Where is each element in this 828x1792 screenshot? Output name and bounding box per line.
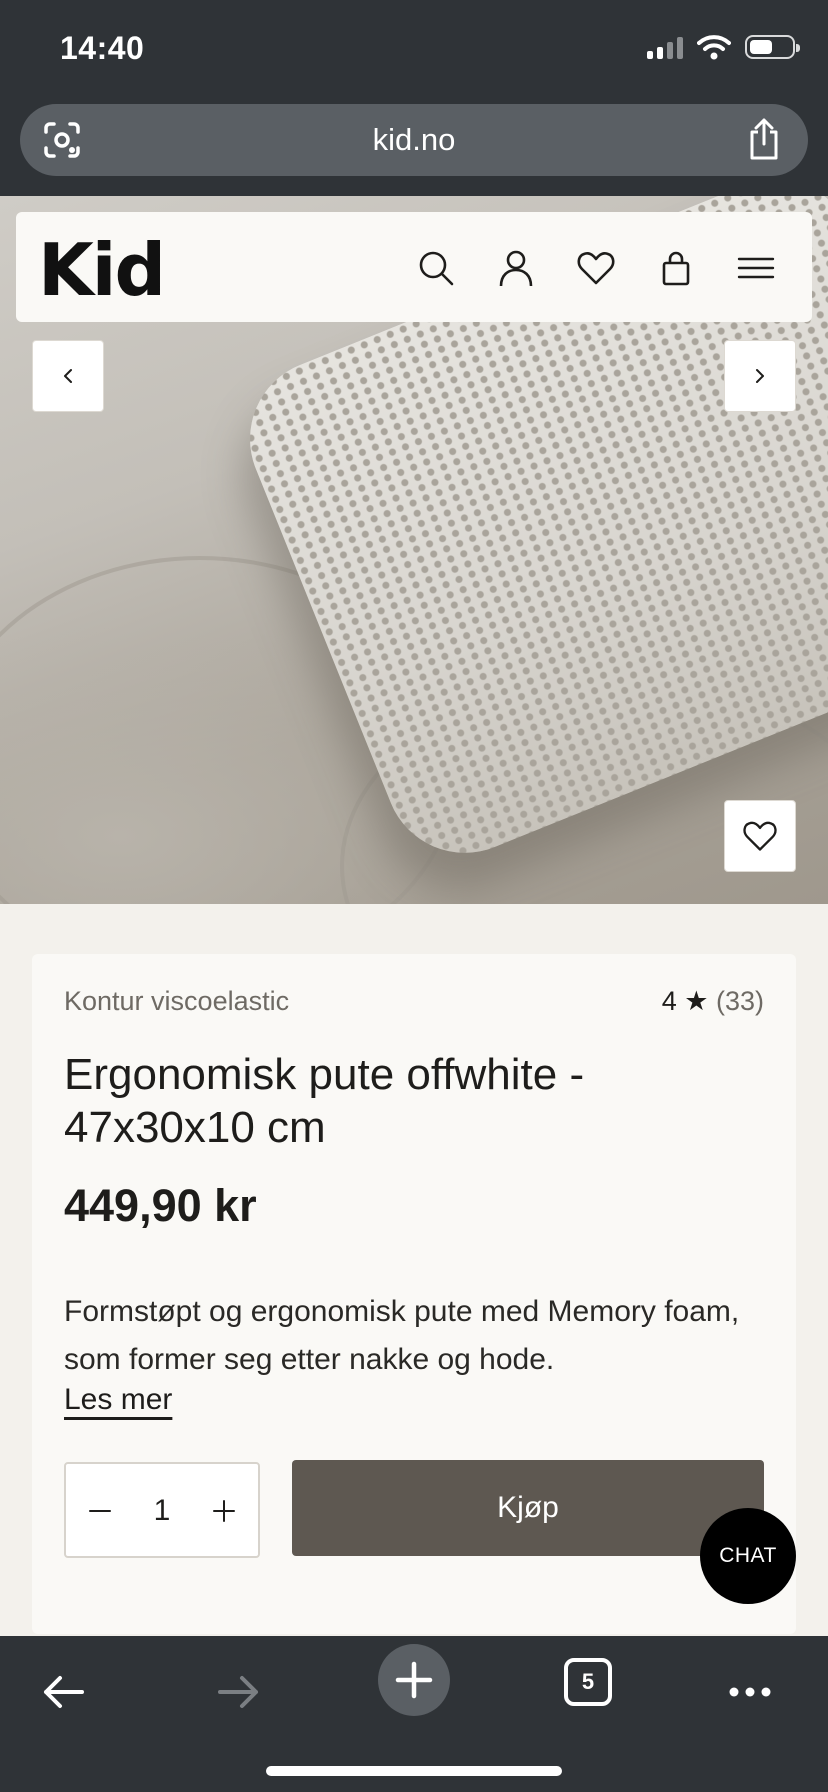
chevron-right-icon <box>756 369 764 383</box>
product-price: 449,90 kr <box>64 1180 257 1231</box>
url-text[interactable]: kid.no <box>20 122 808 158</box>
battery-icon <box>745 35 800 59</box>
forward-arrow-icon[interactable] <box>212 1666 264 1718</box>
product-brand[interactable]: Kontur viscoelastic <box>64 986 289 1017</box>
browser-chrome-top: 14:40 kid.no <box>0 0 828 196</box>
product-description: Formstøpt og ergonomisk pute med Memory … <box>64 1295 740 1376</box>
new-tab-button[interactable] <box>378 1644 450 1716</box>
tabs-button[interactable]: 5 <box>564 1658 612 1706</box>
chat-button[interactable]: CHAT <box>700 1508 796 1604</box>
cart-icon[interactable] <box>656 248 696 288</box>
more-icon[interactable] <box>724 1666 776 1718</box>
product-title: Ergonomisk pute offwhite - 47x30x10 cm <box>64 1050 585 1152</box>
quantity-stepper: 1 <box>64 1462 260 1558</box>
rating-score: 4 ★ <box>661 986 709 1016</box>
status-time: 14:40 <box>60 30 145 66</box>
read-more-link[interactable]: Les mer <box>64 1383 172 1417</box>
account-icon[interactable] <box>496 248 536 288</box>
status-icons <box>647 34 800 60</box>
gallery-prev-button[interactable] <box>32 340 104 412</box>
share-icon[interactable] <box>746 118 782 160</box>
back-arrow-icon[interactable] <box>38 1666 90 1718</box>
plus-icon <box>395 1661 433 1699</box>
home-indicator[interactable] <box>266 1766 562 1776</box>
buy-button[interactable]: Kjøp <box>292 1460 764 1556</box>
site-header: Kid <box>16 212 812 322</box>
add-to-wishlist-button[interactable] <box>724 800 796 872</box>
address-bar[interactable]: kid.no <box>20 104 808 176</box>
cellular-signal-icon <box>647 35 683 59</box>
wishlist-icon[interactable] <box>576 248 616 288</box>
kid-logo[interactable]: Kid <box>38 234 166 306</box>
wifi-icon <box>697 35 731 60</box>
product-rating[interactable]: 4 ★ (33) <box>662 986 764 1017</box>
heart-icon <box>743 821 777 851</box>
plus-icon[interactable] <box>210 1497 238 1525</box>
product-info-card: Kontur viscoelastic 4 ★ (33) Ergonomisk … <box>32 954 796 1634</box>
chevron-left-icon <box>64 369 72 383</box>
search-icon[interactable] <box>416 248 456 288</box>
gallery-next-button[interactable] <box>724 340 796 412</box>
menu-icon[interactable] <box>736 248 776 288</box>
rating-count: (33) <box>715 986 764 1016</box>
